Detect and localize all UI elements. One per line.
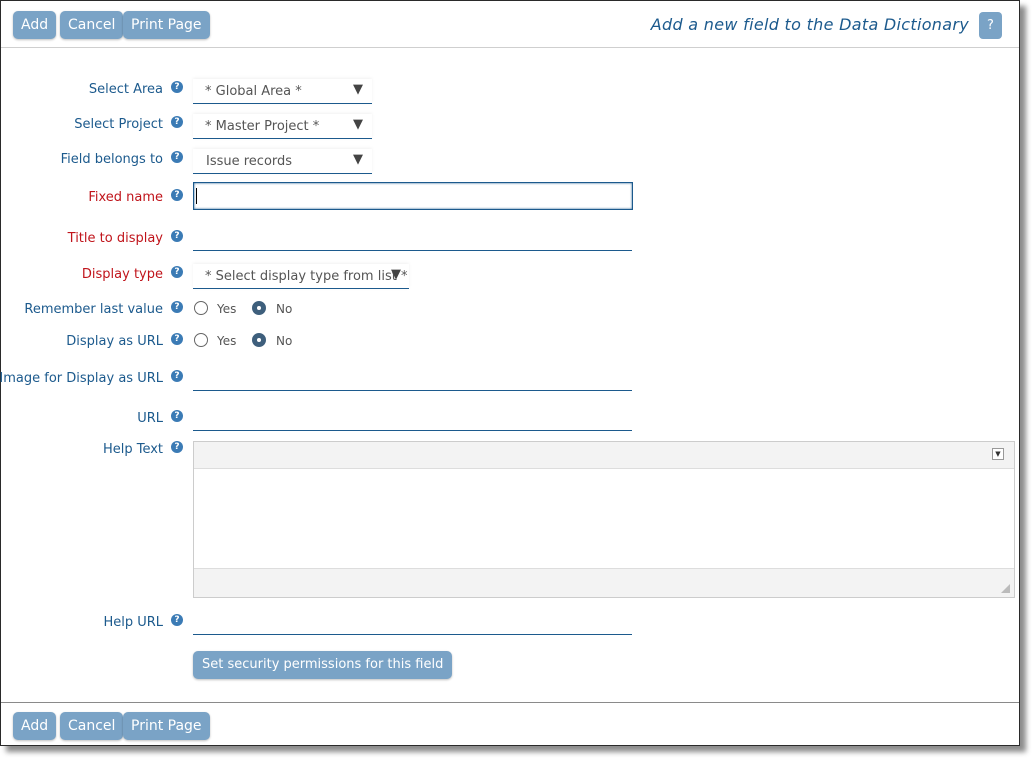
editor-statusbar [194, 568, 1014, 597]
display-type-dropdown[interactable]: * Select display type from list * ▼ [193, 264, 409, 289]
set-security-permissions-button[interactable]: Set security permissions for this field [193, 651, 453, 679]
url-input[interactable] [193, 405, 632, 431]
select-project-dropdown[interactable]: * Master Project * ▼ [193, 114, 372, 139]
dropdown-arrow-icon: ▼ [353, 152, 363, 167]
image-for-display-as-url-input[interactable] [193, 365, 632, 391]
select-area-value: * Global Area * [205, 84, 302, 99]
remember-last-value-yes-radio[interactable] [194, 301, 208, 315]
display-as-url-yes-radio[interactable] [194, 333, 208, 347]
help-text-label: Help Text [102, 442, 163, 457]
fixed-name-input[interactable] [193, 182, 633, 210]
dropdown-arrow-icon: ▼ [353, 82, 363, 97]
field-belongs-to-help-icon[interactable]: ? [171, 151, 183, 163]
dropdown-arrow-icon: ▼ [353, 117, 363, 132]
select-project-help-icon[interactable]: ? [171, 116, 183, 128]
display-as-url-label: Display as URL [66, 334, 163, 349]
add-button-bottom[interactable]: Add [13, 712, 57, 740]
image-for-display-as-url-help-icon[interactable]: ? [171, 370, 183, 382]
display-type-value: * Select display type from list * [205, 269, 408, 284]
display-as-url-no-radio[interactable] [252, 333, 266, 347]
field-belongs-to-value: Issue records [206, 154, 293, 169]
display-type-label: Display type [81, 267, 163, 282]
add-button[interactable]: Add [13, 11, 57, 39]
fixed-name-label: Fixed name [88, 190, 163, 205]
display-as-url-no-label: No [276, 334, 293, 348]
text-caret [196, 188, 197, 204]
cancel-button-bottom[interactable]: Cancel [60, 712, 124, 740]
dialog-frame: Add Cancel Print Page Add a new field to… [0, 0, 1020, 746]
select-area-dropdown[interactable]: * Global Area * ▼ [193, 79, 372, 104]
title-to-display-help-icon[interactable]: ? [171, 230, 183, 242]
url-label: URL [137, 411, 163, 426]
remember-last-value-label: Remember last value [24, 302, 163, 317]
help-url-input[interactable] [193, 609, 632, 635]
dropdown-arrow-icon: ▼ [391, 267, 401, 282]
title-to-display-label: Title to display [67, 231, 163, 246]
url-help-icon[interactable]: ? [171, 410, 183, 422]
toolbar-dropdown-icon[interactable]: ▼ [992, 448, 1004, 460]
help-text-editor[interactable]: ▼ [193, 441, 1015, 598]
display-as-url-help-icon[interactable]: ? [171, 333, 183, 345]
page-title: Add a new field to the Data Dictionary [650, 15, 969, 34]
remember-last-value-no-radio[interactable] [252, 301, 266, 315]
bottom-toolbar: Add Cancel Print Page [1, 702, 1019, 747]
editor-toolbar: ▼ [194, 442, 1014, 469]
remember-last-value-yes-label: Yes [217, 302, 237, 316]
remember-last-value-help-icon[interactable]: ? [171, 301, 183, 313]
field-belongs-to-dropdown[interactable]: Issue records ▼ [193, 149, 372, 174]
select-project-label: Select Project [74, 117, 163, 132]
field-belongs-to-label: Field belongs to [60, 152, 163, 167]
select-area-help-icon[interactable]: ? [171, 81, 183, 93]
remember-last-value-no-label: No [276, 302, 293, 316]
title-to-display-input[interactable] [193, 225, 632, 251]
cancel-button[interactable]: Cancel [60, 11, 124, 39]
top-toolbar: Add Cancel Print Page Add a new field to… [1, 1, 1019, 48]
resize-grip-icon[interactable] [1001, 584, 1010, 593]
print-page-button[interactable]: Print Page [123, 11, 210, 39]
fixed-name-help-icon[interactable]: ? [171, 189, 183, 201]
display-type-help-icon[interactable]: ? [171, 266, 183, 278]
help-text-help-icon[interactable]: ? [171, 441, 183, 453]
select-project-value: * Master Project * [205, 119, 320, 134]
help-url-label: Help URL [103, 615, 163, 630]
image-for-display-as-url-label: Image for Display as URL [0, 371, 163, 386]
select-area-label: Select Area [88, 82, 163, 97]
display-as-url-yes-label: Yes [217, 334, 237, 348]
print-page-button-bottom[interactable]: Print Page [123, 712, 210, 740]
help-url-help-icon[interactable]: ? [171, 614, 183, 626]
help-button[interactable]: ? [979, 12, 1002, 39]
